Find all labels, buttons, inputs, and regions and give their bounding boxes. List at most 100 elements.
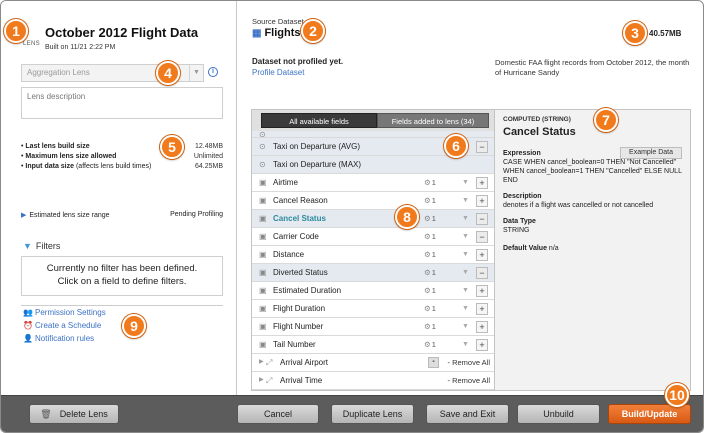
field-name: Estimated Duration — [273, 286, 342, 295]
filters-box: Currently no filter has been defined. Cl… — [21, 256, 223, 296]
gear-icon: ⚙ — [424, 286, 431, 295]
stat-value: Unlimited — [193, 153, 223, 160]
field-count[interactable]: ⚙1 — [424, 264, 436, 281]
dimension-icon: ▣ — [259, 322, 267, 331]
filter-icon[interactable]: ▼ — [460, 303, 471, 314]
table-row[interactable]: ▣ Cancel Status ⚙1 ▼ − — [252, 210, 494, 228]
estimated-size-row[interactable]: ▶ Estimated lens size range Pending Profi… — [21, 211, 223, 219]
profile-dataset-link[interactable]: Profile Dataset — [252, 68, 304, 77]
stat-value: 12.48MB — [194, 143, 223, 150]
estimated-size-value: Pending Profiling — [170, 211, 223, 218]
table-row[interactable]: ▣ Flight Duration ⚙1 ▼ + — [252, 300, 494, 318]
add-field-button[interactable]: + — [476, 339, 488, 351]
expand-arrow-icon[interactable]: ▶ — [259, 372, 264, 389]
field-count[interactable]: ⚙1 — [424, 192, 436, 209]
save-and-exit-button[interactable]: Save and Exit — [426, 404, 509, 424]
example-data-button[interactable]: Example Data — [620, 147, 682, 159]
duplicate-lens-button[interactable]: Duplicate Lens — [331, 404, 414, 424]
cancel-button[interactable]: Cancel — [237, 404, 319, 424]
unbuild-button[interactable]: Unbuild — [517, 404, 600, 424]
table-row[interactable]: ▣ Diverted Status ⚙1 ▼ − — [252, 264, 494, 282]
table-row[interactable]: ▣ Airtime ⚙1 ▼ + — [252, 174, 494, 192]
remove-field-button[interactable]: − — [476, 213, 488, 225]
field-count[interactable]: ⚙1 — [424, 282, 436, 299]
permission-settings-link[interactable]: 👥 Permission Settings — [23, 308, 106, 321]
field-count[interactable]: ⚙1 — [424, 228, 436, 245]
filter-icon[interactable]: ▼ — [460, 213, 471, 224]
field-name: Airtime — [273, 178, 298, 187]
lens-editor-window: LENS October 2012 Flight Data Built on 1… — [0, 0, 704, 433]
filter-icon[interactable]: ▼ — [460, 177, 471, 188]
delete-lens-button[interactable]: 🗑 Delete Lens — [29, 404, 119, 424]
gear-icon: ⚙ — [424, 232, 431, 241]
description-text: denotes if a flight was cancelled or not… — [503, 202, 654, 209]
field-list[interactable]: ⊙ ⊙ Taxi on Departure (AVG) − ⊙ Taxi on Depa… — [252, 131, 494, 390]
remove-field-button[interactable]: − — [476, 231, 488, 243]
field-count[interactable]: ⚙1 — [424, 174, 436, 191]
remove-all-link[interactable]: - Remove All — [447, 354, 490, 371]
table-row[interactable]: ▣ Estimated Duration ⚙1 ▼ + — [252, 282, 494, 300]
add-field-button[interactable]: + — [476, 177, 488, 189]
datatype-text: STRING — [503, 227, 530, 234]
table-row[interactable]: ▣ Distance ⚙1 ▼ + — [252, 246, 494, 264]
lens-description-input[interactable]: Lens description — [21, 87, 223, 119]
stat-value: 64.25MB — [194, 163, 223, 170]
table-row[interactable]: ▣ Tail Number ⚙1 ▼ + — [252, 336, 494, 354]
table-row[interactable]: ▣ Carrier Code ⚙1 ▼ − — [252, 228, 494, 246]
field-count[interactable]: ⚙1 — [424, 336, 436, 353]
field-name: Distance — [273, 250, 305, 259]
field-name: Tail Number — [273, 340, 316, 349]
tab-added-fields[interactable]: Fields added to lens (34) — [377, 113, 489, 128]
user-icon: 👤 — [23, 334, 33, 343]
remove-field-button[interactable]: − — [476, 267, 488, 279]
callout-badge: 8 — [395, 205, 419, 229]
dimension-icon: ▣ — [259, 286, 267, 295]
filter-icon[interactable]: ▼ — [460, 231, 471, 242]
expand-arrow-icon[interactable]: ▶ — [259, 354, 264, 371]
source-dataset-name[interactable]: ▦ Flights — [252, 27, 301, 39]
field-name: Flight Duration — [273, 304, 326, 313]
callout-badge: 9 — [122, 314, 146, 338]
notification-rules-link[interactable]: 👤 Notification rules — [23, 334, 106, 347]
expand-arrow-icon[interactable]: ▶ — [21, 212, 26, 219]
tab-all-fields[interactable]: All available fields — [261, 113, 377, 128]
add-field-button[interactable]: + — [476, 285, 488, 297]
lens-title[interactable]: October 2012 Flight Data — [45, 25, 198, 40]
table-row[interactable]: ▶ ⤢ Arrival Airport ▪ - Remove All — [252, 354, 494, 372]
filter-icon[interactable]: ▼ — [460, 321, 471, 332]
add-field-button[interactable]: + — [476, 321, 488, 333]
table-row[interactable]: ▣ Flight Number ⚙1 ▼ + — [252, 318, 494, 336]
create-schedule-link[interactable]: ⏰ Create a Schedule — [23, 321, 106, 334]
chevron-down-icon[interactable]: ▼ — [189, 65, 203, 81]
info-icon[interactable]: i — [208, 67, 218, 77]
gear-icon: ⚙ — [424, 340, 431, 349]
aggregation-lens-value: Aggregation Lens — [27, 68, 90, 77]
add-field-button[interactable]: + — [476, 303, 488, 315]
gear-icon: ⚙ — [424, 268, 431, 277]
build-update-button[interactable]: Build/Update — [608, 404, 691, 424]
filter-icon[interactable]: ▼ — [460, 195, 471, 206]
lens-links: 👥 Permission Settings ⏰ Create a Schedule … — [23, 308, 106, 347]
filter-icon[interactable]: ▼ — [460, 249, 471, 260]
field-name: Taxi on Departure (MAX) — [273, 160, 362, 169]
gear-icon: ⚙ — [424, 250, 431, 259]
field-count[interactable]: ⚙1 — [424, 246, 436, 263]
callout-badge: 4 — [156, 61, 180, 85]
remove-all-link[interactable]: - Remove All — [447, 372, 490, 389]
dataset-icon: ▦ — [252, 28, 262, 39]
table-row[interactable]: ⊙ Taxi on Departure (MAX) — [252, 156, 494, 174]
table-row[interactable]: ▣ Cancel Reason ⚙1 ▼ + — [252, 192, 494, 210]
filter-icon[interactable]: ▼ — [460, 339, 471, 350]
table-row[interactable]: ▶ ⤢ Arrival Time - Remove All — [252, 372, 494, 390]
remove-field-button[interactable]: − — [476, 141, 488, 153]
field-type-label: COMPUTED (STRING) — [503, 116, 571, 123]
field-count[interactable]: ⚙1 — [424, 318, 436, 335]
clock-icon: ⏰ — [23, 321, 33, 330]
add-field-button[interactable]: + — [476, 195, 488, 207]
field-count[interactable]: ⚙1 — [424, 210, 436, 227]
filter-icon[interactable]: ▼ — [460, 267, 471, 278]
add-field-button[interactable]: + — [476, 249, 488, 261]
default-value: Default Value n/a — [503, 245, 559, 252]
filter-icon[interactable]: ▼ — [460, 285, 471, 296]
field-count[interactable]: ⚙1 — [424, 300, 436, 317]
